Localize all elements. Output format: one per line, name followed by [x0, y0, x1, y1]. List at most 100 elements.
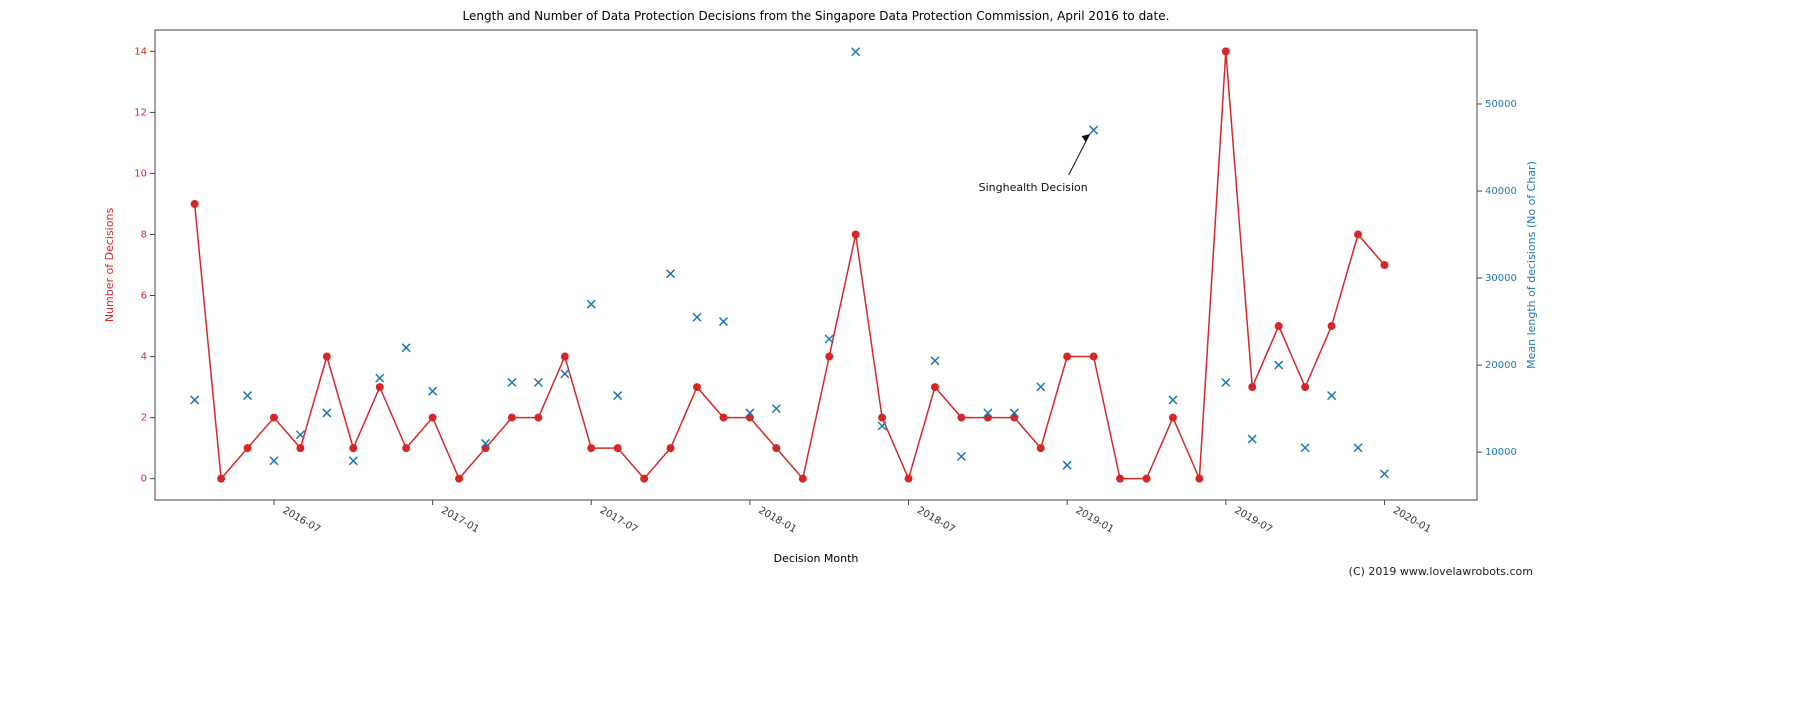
number-of-decisions-point: [217, 475, 225, 483]
mean-length-point: [667, 270, 675, 278]
number-of-decisions-point: [296, 444, 304, 452]
number-of-decisions-point: [1063, 353, 1071, 361]
number-of-decisions-point: [561, 353, 569, 361]
x-tick-label: 2017-01: [439, 505, 481, 535]
y-left-tick-label: 0: [141, 474, 147, 485]
mean-length-point: [244, 392, 252, 400]
number-of-decisions-line: [195, 51, 1385, 478]
y-left-tick-label: 14: [134, 46, 147, 57]
number-of-decisions-point: [1301, 383, 1309, 391]
y-right-tick-label: 30000: [1485, 273, 1517, 284]
mean-length-point: [772, 405, 780, 413]
number-of-decisions-point: [323, 353, 331, 361]
y-left-tick-label: 4: [141, 352, 147, 363]
plot-frame: [155, 30, 1477, 500]
mean-length-point: [429, 387, 437, 395]
mean-length-point: [508, 379, 516, 387]
number-of-decisions-point: [1248, 383, 1256, 391]
mean-length-point: [1380, 470, 1388, 478]
x-tick-label: 2016-07: [280, 505, 322, 535]
y-right-tick-label: 10000: [1485, 447, 1517, 458]
number-of-decisions-point: [587, 444, 595, 452]
mean-length-point: [296, 431, 304, 439]
number-of-decisions-point: [1328, 322, 1336, 330]
number-of-decisions-point: [376, 383, 384, 391]
mean-length-point: [1222, 379, 1230, 387]
mean-length-point: [825, 335, 833, 343]
y-left-tick-label: 10: [134, 168, 147, 179]
mean-length-point: [349, 457, 357, 465]
number-of-decisions-point: [402, 444, 410, 452]
mean-length-point: [957, 452, 965, 460]
annotation-text: Singhealth Decision: [979, 181, 1088, 194]
number-of-decisions-point: [534, 414, 542, 422]
y-left-tick-label: 8: [141, 229, 147, 240]
mean-length-point: [587, 300, 595, 308]
mean-length-point: [1169, 396, 1177, 404]
number-of-decisions-point: [772, 444, 780, 452]
number-of-decisions-point: [905, 475, 913, 483]
mean-length-point: [1063, 461, 1071, 469]
y-left-tick-label: 12: [134, 107, 147, 118]
y-right-tick-label: 50000: [1485, 99, 1517, 110]
number-of-decisions-point: [957, 414, 965, 422]
number-of-decisions-point: [270, 414, 278, 422]
number-of-decisions-point: [1380, 261, 1388, 269]
number-of-decisions-point: [1143, 475, 1151, 483]
dual-axis-chart: Length and Number of Data Protection Dec…: [0, 0, 1800, 720]
mean-length-point: [1037, 383, 1045, 391]
mean-length-point: [1275, 361, 1283, 369]
mean-length-point: [1354, 444, 1362, 452]
mean-length-point: [561, 370, 569, 378]
mean-length-point: [270, 457, 278, 465]
number-of-decisions-point: [429, 414, 437, 422]
number-of-decisions-point: [799, 475, 807, 483]
mean-length-point: [719, 318, 727, 326]
y-left-tick-label: 2: [141, 413, 147, 424]
mean-length-point: [376, 374, 384, 382]
number-of-decisions-point: [614, 444, 622, 452]
y-right-tick-label: 40000: [1485, 186, 1517, 197]
number-of-decisions-point: [931, 383, 939, 391]
number-of-decisions-point: [825, 353, 833, 361]
mean-length-point: [1090, 126, 1098, 134]
number-of-decisions-point: [1195, 475, 1203, 483]
mean-length-point: [402, 344, 410, 352]
number-of-decisions-point: [1116, 475, 1124, 483]
number-of-decisions-point: [852, 230, 860, 238]
y-left-axis-label: Number of Decisions: [103, 208, 116, 323]
copyright-text: (C) 2019 www.lovelawrobots.com: [1349, 565, 1533, 578]
mean-length-point: [852, 48, 860, 56]
number-of-decisions-point: [667, 444, 675, 452]
number-of-decisions-point: [878, 414, 886, 422]
x-tick-label: 2017-07: [598, 505, 640, 535]
y-left-tick-label: 6: [141, 291, 147, 302]
x-tick-label: 2019-01: [1074, 505, 1116, 535]
mean-length-point: [1328, 392, 1336, 400]
number-of-decisions-point: [1037, 444, 1045, 452]
x-tick-label: 2018-07: [915, 505, 957, 535]
mean-length-point: [614, 392, 622, 400]
mean-length-point: [534, 379, 542, 387]
x-tick-label: 2019-07: [1232, 505, 1274, 535]
number-of-decisions-point: [1275, 322, 1283, 330]
mean-length-point: [878, 422, 886, 430]
number-of-decisions-point: [1169, 414, 1177, 422]
x-axis-label: Decision Month: [774, 552, 859, 565]
number-of-decisions-point: [1354, 230, 1362, 238]
number-of-decisions-point: [1090, 353, 1098, 361]
number-of-decisions-point: [508, 414, 516, 422]
x-tick-label: 2018-01: [756, 505, 798, 535]
annotation-arrowhead: [1082, 134, 1090, 142]
number-of-decisions-point: [191, 200, 199, 208]
number-of-decisions-point: [244, 444, 252, 452]
number-of-decisions-point: [455, 475, 463, 483]
y-right-axis-label: Mean length of decisions (No of Char): [1525, 161, 1538, 369]
mean-length-point: [1248, 435, 1256, 443]
number-of-decisions-point: [349, 444, 357, 452]
mean-length-point: [323, 409, 331, 417]
number-of-decisions-point: [640, 475, 648, 483]
mean-length-point: [1301, 444, 1309, 452]
x-tick-label: 2020-01: [1391, 505, 1433, 535]
mean-length-point: [191, 396, 199, 404]
